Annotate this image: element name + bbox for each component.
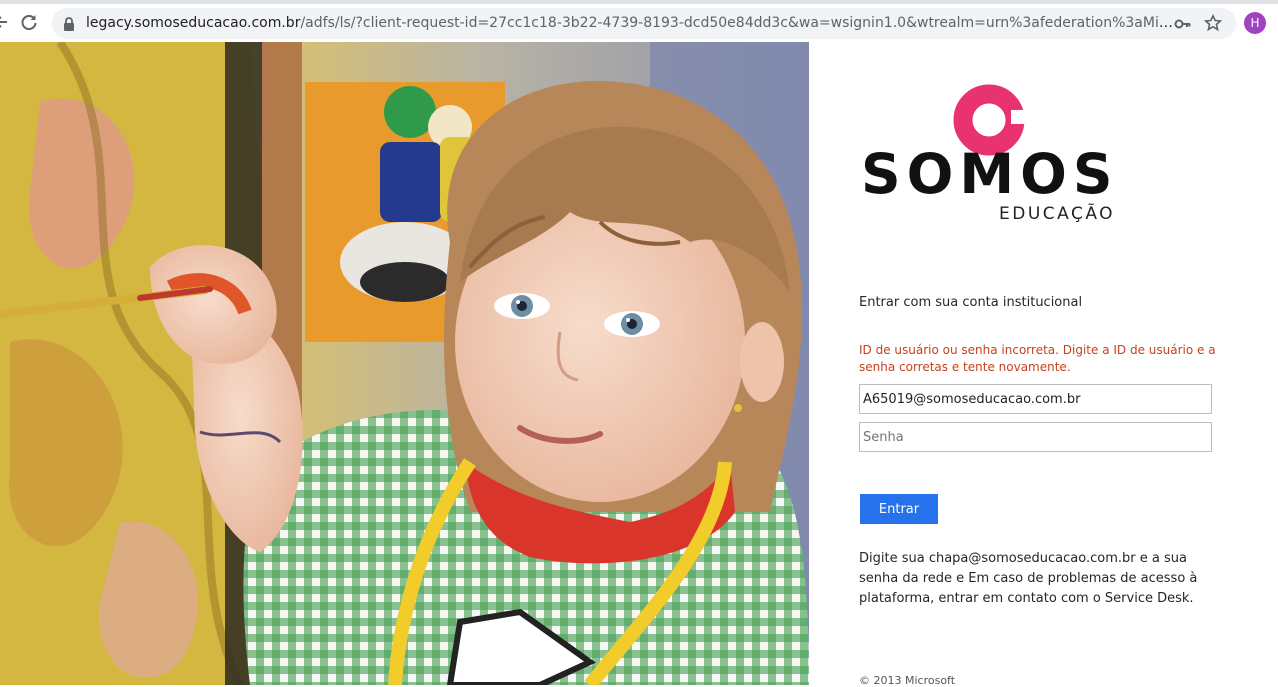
logo-subtitle: EDUCAÇÃO xyxy=(999,204,1116,224)
footer-copyright: © 2013 Microsoft xyxy=(859,674,956,687)
password-input[interactable] xyxy=(859,422,1212,452)
key-icon[interactable] xyxy=(1174,15,1192,33)
error-message: ID de usuário ou senha incorreta. Digite… xyxy=(859,343,1216,374)
address-bar[interactable]: legacy.somoseducacao.com.br/adfs/ls/?cli… xyxy=(52,8,1236,39)
username-input[interactable] xyxy=(859,384,1212,414)
star-icon[interactable] xyxy=(1204,14,1222,32)
hero-photo xyxy=(0,42,809,685)
child-painting-illustration xyxy=(0,42,809,685)
back-arrow-icon[interactable] xyxy=(0,11,14,33)
submit-button[interactable]: Entrar xyxy=(860,494,938,524)
browser-toolbar: legacy.somoseducacao.com.br/adfs/ls/?cli… xyxy=(0,4,1278,42)
login-panel: SOMOS EDUCAÇÃO Entrar com sua conta inst… xyxy=(809,42,1278,687)
lock-icon[interactable] xyxy=(62,16,76,32)
url-host: legacy.somoseducacao.com.br xyxy=(86,15,301,31)
url-path: /adfs/ls/?client-request-id=27cc1c18-3b2… xyxy=(300,15,1176,31)
somos-logo: SOMOS EDUCAÇÃO xyxy=(861,84,1121,234)
profile-avatar[interactable]: H xyxy=(1244,12,1266,34)
logo-wordmark: SOMOS xyxy=(861,142,1119,206)
url-text[interactable]: legacy.somoseducacao.com.br/adfs/ls/?cli… xyxy=(86,8,1176,39)
reload-icon[interactable] xyxy=(18,11,40,33)
help-text: Digite sua chapa@somoseducacao.com.br e … xyxy=(859,551,1198,606)
login-heading: Entrar com sua conta institucional xyxy=(859,295,1083,310)
